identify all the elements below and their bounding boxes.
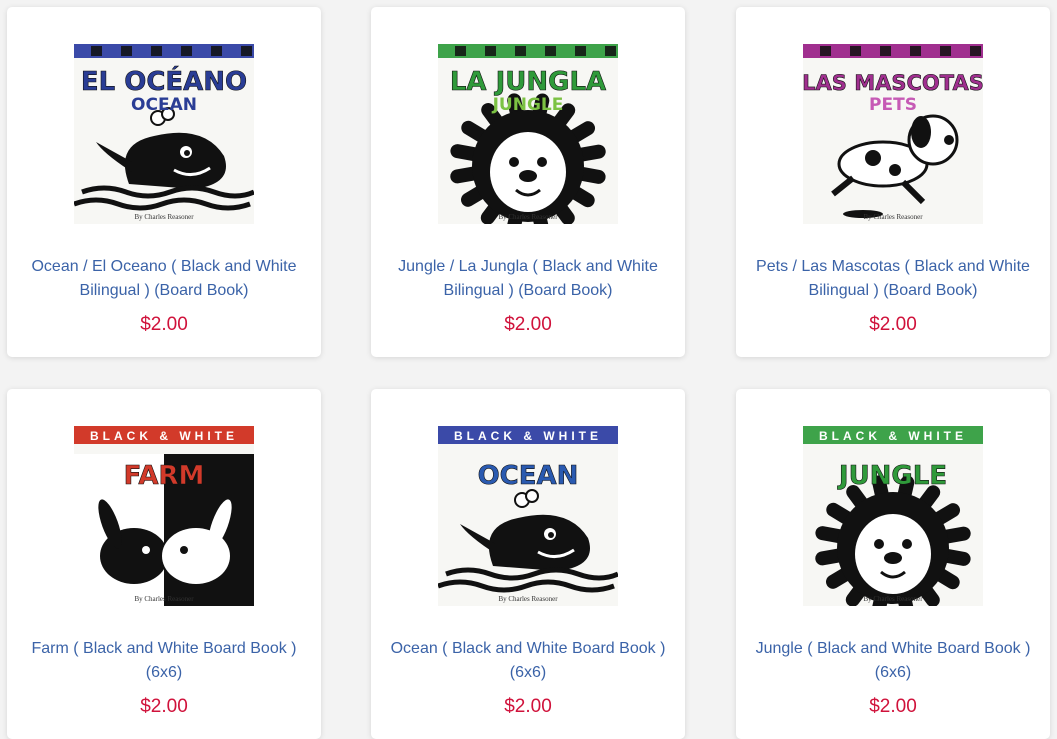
product-card[interactable]: BLACK & WHITE OCEAN By Charles Reasoner Oc…	[371, 389, 685, 739]
svg-text:By Charles Reasoner: By Charles Reasoner	[498, 595, 558, 603]
svg-text:OCEAN: OCEAN	[131, 95, 197, 115]
product-title-link[interactable]: Ocean ( Black and White Board Book ) (6x…	[389, 637, 667, 685]
product-title-link[interactable]: Jungle / La Jungla ( Black and White Bil…	[389, 255, 667, 303]
product-card[interactable]: BLACK & WHITE FARM By Charles Reasoner Far…	[7, 389, 321, 739]
svg-text:By Charles Reasoner: By Charles Reasoner	[134, 595, 194, 603]
product-title-link[interactable]: Jungle ( Black and White Board Book ) (6…	[754, 637, 1032, 685]
svg-text:JUNGLE: JUNGLE	[492, 95, 564, 115]
svg-text:LA JUNGLA: LA JUNGLA	[450, 67, 606, 97]
product-price: $2.00	[140, 314, 188, 335]
svg-text:By Charles Reasoner: By Charles Reasoner	[863, 213, 923, 221]
product-price: $2.00	[140, 696, 188, 717]
svg-text:PETS: PETS	[869, 95, 917, 115]
book-cover-image[interactable]: BLACK & WHITE FARM By Charles Reasoner	[74, 426, 254, 606]
svg-text:BLACK & WHITE: BLACK & WHITE	[454, 429, 602, 443]
book-cover-image[interactable]: BLACK & WHITE JUNGLE By Charles Reasoner	[803, 426, 983, 606]
product-card[interactable]: LAS MASCOTAS PETS By Charles Reasoner Pets…	[736, 7, 1050, 357]
product-price: $2.00	[504, 696, 552, 717]
product-title-link[interactable]: Ocean / El Oceano ( Black and White Bili…	[25, 255, 303, 303]
product-title-link[interactable]: Farm ( Black and White Board Book ) (6x6…	[25, 637, 303, 685]
product-card[interactable]: EL OCÉANO OCEAN By Charles Reasoner Ocean …	[7, 7, 321, 357]
product-card[interactable]: BLACK & WHITE JUNGLE By Charles Reasoner J…	[736, 389, 1050, 739]
svg-text:FARM: FARM	[124, 461, 205, 491]
product-title-link[interactable]: Pets / Las Mascotas ( Black and White Bi…	[754, 255, 1032, 303]
svg-text:OCEAN: OCEAN	[478, 461, 579, 491]
svg-text:LAS MASCOTAS: LAS MASCOTAS	[803, 71, 983, 95]
svg-text:BLACK & WHITE: BLACK & WHITE	[819, 429, 967, 443]
book-cover-image[interactable]: BLACK & WHITE OCEAN By Charles Reasoner	[438, 426, 618, 606]
book-cover-image[interactable]: LA JUNGLA JUNGLE By Charles Reasoner	[438, 44, 618, 224]
svg-text:By Charles Reasoner: By Charles Reasoner	[498, 213, 558, 221]
product-price: $2.00	[504, 314, 552, 335]
svg-text:BLACK & WHITE: BLACK & WHITE	[90, 429, 238, 443]
product-card[interactable]: LA JUNGLA JUNGLE By Charles Reasoner Jungl…	[371, 7, 685, 357]
svg-text:JUNGLE: JUNGLE	[837, 461, 947, 491]
svg-text:By Charles Reasoner: By Charles Reasoner	[863, 595, 923, 603]
product-grid: EL OCÉANO OCEAN By Charles Reasoner Ocean …	[0, 0, 1057, 739]
book-cover-image[interactable]: LAS MASCOTAS PETS By Charles Reasoner	[803, 44, 983, 224]
svg-text:By Charles Reasoner: By Charles Reasoner	[134, 213, 194, 221]
svg-text:EL OCÉANO: EL OCÉANO	[81, 65, 247, 97]
product-price: $2.00	[869, 696, 917, 717]
book-cover-image[interactable]: EL OCÉANO OCEAN By Charles Reasoner	[74, 44, 254, 224]
product-price: $2.00	[869, 314, 917, 335]
